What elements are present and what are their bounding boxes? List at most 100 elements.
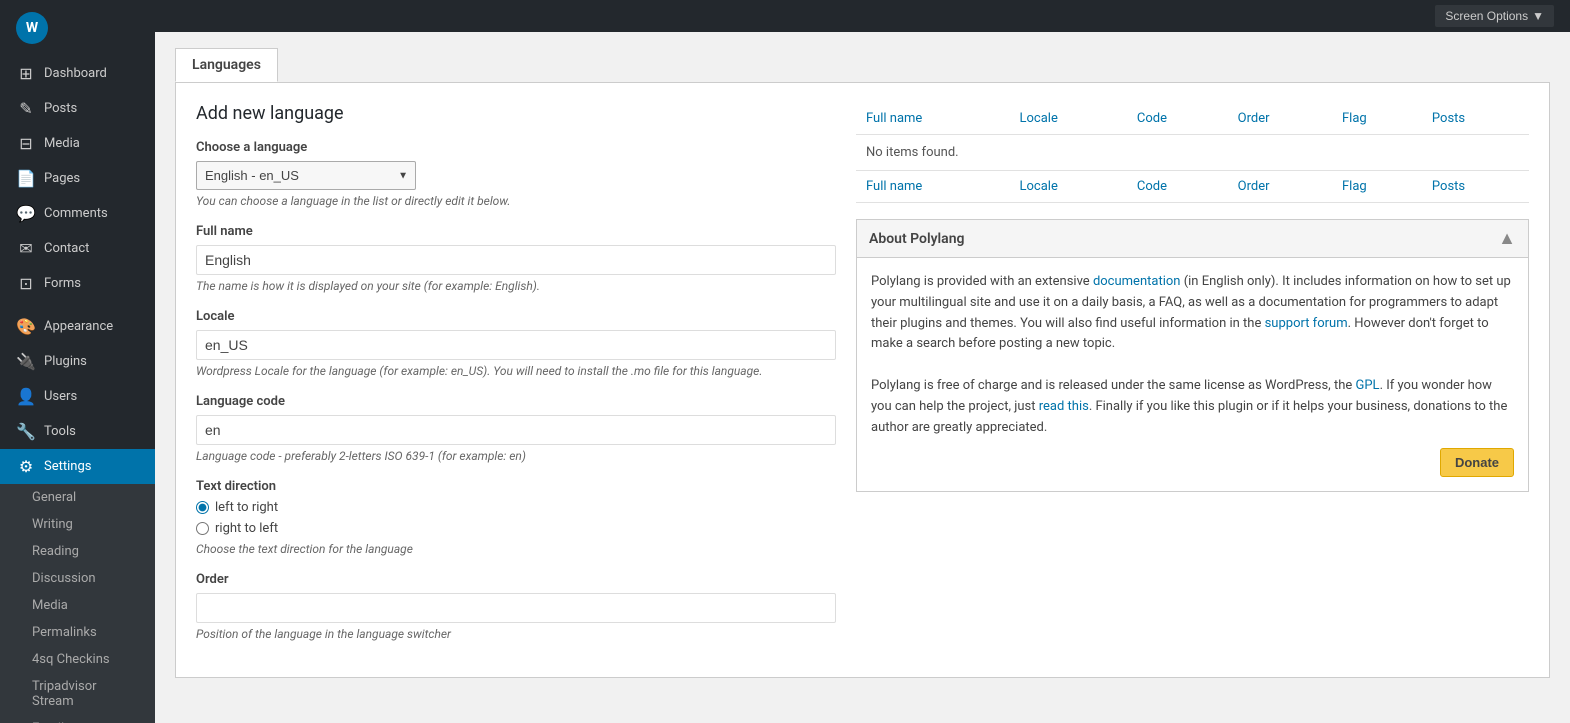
order-hint: Position of the language in the language… — [196, 627, 836, 641]
appearance-icon: 🎨 — [16, 317, 36, 336]
sidebar-item-label: Comments — [44, 206, 108, 221]
screen-options-button[interactable]: Screen Options ▼ — [1435, 5, 1554, 27]
support-forum-link[interactable]: support forum — [1265, 316, 1348, 331]
right-column: Full name Locale Code Order Flag Posts — [856, 103, 1529, 657]
sidebar-item-media[interactable]: ⊟ Media — [0, 126, 155, 161]
settings-icon: ⚙ — [16, 457, 36, 476]
sidebar-item-forms[interactable]: ⊡ Forms — [0, 266, 155, 301]
language-select-hint: You can choose a language in the list or… — [196, 194, 836, 208]
right-sections: Full name Locale Code Order Flag Posts — [856, 103, 1529, 492]
tab-languages[interactable]: Languages — [175, 48, 278, 82]
full-name-hint: The name is how it is displayed on your … — [196, 279, 836, 293]
tab-nav: Languages — [175, 48, 1550, 82]
submenu-general[interactable]: General — [0, 484, 155, 511]
sidebar-item-comments[interactable]: 💬 Comments — [0, 196, 155, 231]
text-direction-label: Text direction — [196, 479, 836, 494]
submenu-4sq-checkins[interactable]: 4sq Checkins — [0, 646, 155, 673]
sidebar-item-appearance[interactable]: 🎨 Appearance — [0, 309, 155, 344]
languages-table: Full name Locale Code Order Flag Posts — [856, 103, 1529, 203]
sidebar-item-tools[interactable]: 🔧 Tools — [0, 414, 155, 449]
table-header-row: Full name Locale Code Order Flag Posts — [856, 103, 1529, 135]
submenu-discussion[interactable]: Discussion — [0, 565, 155, 592]
two-column-layout: Add new language Choose a language Engli… — [196, 103, 1529, 657]
about-box-content: Polylang is provided with an extensive d… — [857, 258, 1528, 491]
contact-icon: ✉ — [16, 239, 36, 258]
documentation-link[interactable]: documentation — [1093, 274, 1181, 289]
wordpress-logo-icon: W — [16, 12, 48, 44]
full-name-input[interactable] — [196, 245, 836, 275]
left-column: Add new language Choose a language Engli… — [196, 103, 836, 657]
col-flag: Flag — [1332, 103, 1422, 135]
language-code-input[interactable] — [196, 415, 836, 445]
col-code: Code — [1127, 103, 1228, 135]
foot-posts: Posts — [1422, 171, 1529, 203]
sidebar-item-label: Media — [44, 136, 80, 151]
media-icon: ⊟ — [16, 134, 36, 153]
radio-ltr: left to right — [196, 500, 836, 515]
content-area: Languages Add new language Choose a lang… — [155, 32, 1570, 723]
sidebar: W ⊞ Dashboard ✎ Posts ⊟ Media 📄 Pages 💬 … — [0, 0, 155, 723]
table-footer-row: Full name Locale Code Order Flag Posts — [856, 171, 1529, 203]
sidebar-item-label: Contact — [44, 241, 89, 256]
no-items-cell: No items found. — [856, 135, 1529, 171]
about-box-header: About Polylang ▲ — [857, 220, 1528, 258]
radio-ltr-input[interactable] — [196, 501, 209, 514]
users-icon: 👤 — [16, 387, 36, 406]
sidebar-item-label: Dashboard — [44, 66, 107, 81]
col-order: Order — [1228, 103, 1332, 135]
sidebar-item-contact[interactable]: ✉ Contact — [0, 231, 155, 266]
dashboard-icon: ⊞ — [16, 64, 36, 83]
sidebar-item-dashboard[interactable]: ⊞ Dashboard — [0, 56, 155, 91]
section-title: Add new language — [196, 103, 836, 124]
col-full-name: Full name — [856, 103, 1010, 135]
col-locale: Locale — [1010, 103, 1127, 135]
foot-full-name: Full name — [856, 171, 1010, 203]
sidebar-item-label: Plugins — [44, 354, 87, 369]
language-select[interactable]: English - en_US — [196, 161, 416, 190]
language-select-wrap: English - en_US ▼ — [196, 161, 416, 190]
text-direction-hint: Choose the text direction for the langua… — [196, 542, 836, 556]
foot-order: Order — [1228, 171, 1332, 203]
no-items-row: No items found. — [856, 135, 1529, 171]
submenu-tripadvisor-stream[interactable]: Tripadvisor Stream — [0, 673, 155, 715]
locale-label: Locale — [196, 309, 836, 324]
sidebar-item-pages[interactable]: 📄 Pages — [0, 161, 155, 196]
donate-button[interactable]: Donate — [1440, 448, 1514, 477]
language-code-hint: Language code - preferably 2-letters ISO… — [196, 449, 836, 463]
sidebar-item-label: Settings — [44, 459, 91, 474]
sidebar-item-label: Tools — [44, 424, 76, 439]
sidebar-item-settings[interactable]: ⚙ Settings — [0, 449, 155, 484]
gpl-link[interactable]: GPL — [1356, 378, 1380, 393]
sidebar-logo: W — [0, 0, 155, 56]
radio-rtl-input[interactable] — [196, 522, 209, 535]
submenu-reading[interactable]: Reading — [0, 538, 155, 565]
pages-icon: 📄 — [16, 169, 36, 188]
sidebar-item-label: Appearance — [44, 319, 113, 334]
locale-hint: Wordpress Locale for the language (for e… — [196, 364, 836, 378]
sidebar-item-plugins[interactable]: 🔌 Plugins — [0, 344, 155, 379]
order-input[interactable] — [196, 593, 836, 623]
about-polylang-box: About Polylang ▲ Polylang is provided wi… — [856, 219, 1529, 492]
radio-ltr-label: left to right — [215, 500, 278, 515]
submenu-email[interactable]: Email — [0, 715, 155, 723]
settings-submenu: General Writing Reading Discussion Media… — [0, 484, 155, 723]
submenu-writing[interactable]: Writing — [0, 511, 155, 538]
submenu-media[interactable]: Media — [0, 592, 155, 619]
sidebar-item-label: Pages — [44, 171, 80, 186]
collapse-icon[interactable]: ▲ — [1498, 228, 1516, 249]
submenu-permalinks[interactable]: Permalinks — [0, 619, 155, 646]
text-direction-group: Text direction left to right right to le… — [196, 479, 836, 556]
about-box-title: About Polylang — [869, 231, 964, 247]
sidebar-item-posts[interactable]: ✎ Posts — [0, 91, 155, 126]
sidebar-item-label: Users — [44, 389, 77, 404]
about-paragraph-1: Polylang is provided with an extensive d… — [871, 272, 1514, 355]
radio-rtl: right to left — [196, 521, 836, 536]
choose-language-label: Choose a language — [196, 140, 836, 155]
sidebar-item-users[interactable]: 👤 Users — [0, 379, 155, 414]
read-this-link[interactable]: read this — [1039, 399, 1089, 414]
locale-input[interactable] — [196, 330, 836, 360]
plugins-icon: 🔌 — [16, 352, 36, 371]
posts-icon: ✎ — [16, 99, 36, 118]
sidebar-item-label: Forms — [44, 276, 81, 291]
topbar: Screen Options ▼ — [155, 0, 1570, 32]
